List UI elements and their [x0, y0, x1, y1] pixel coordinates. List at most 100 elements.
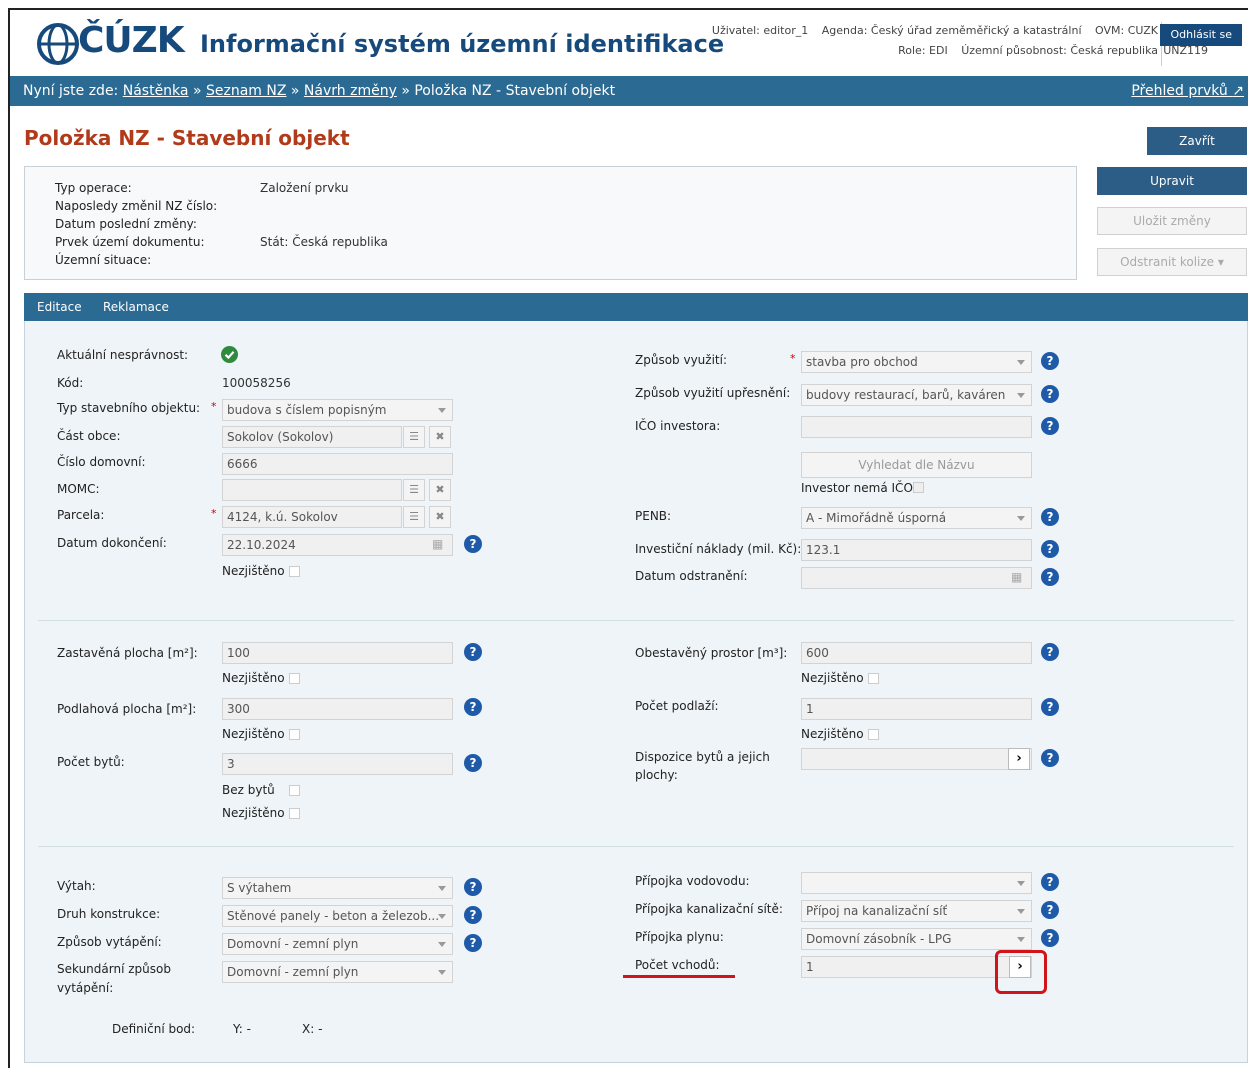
help-icon[interactable]: ? — [1041, 901, 1059, 919]
help-icon[interactable]: ? — [1041, 749, 1059, 767]
vytah-select[interactable]: S výtahem — [222, 877, 453, 899]
info-label-prvek: Prvek území dokumentu: — [55, 235, 205, 249]
parcela-field[interactable]: 4124, k.ú. Sokolov — [222, 506, 402, 528]
dispozice-label-2: plochy: — [635, 768, 678, 782]
bez-bytu-checkbox[interactable] — [289, 785, 300, 796]
clear-icon[interactable]: ✖ — [429, 426, 451, 448]
sekundarni-vytapeni-select[interactable]: Domovní - zemní plyn — [222, 961, 453, 983]
vodovod-label: Přípojka vodovodu: — [635, 874, 750, 888]
tab-reklamace[interactable]: Reklamace — [103, 293, 169, 321]
typ-objektu-value: budova s číslem popisným — [227, 403, 387, 417]
odstraneni-field[interactable] — [801, 567, 1032, 589]
highlight-box — [995, 950, 1047, 994]
breadcrumb-nastenka[interactable]: Nástěnka — [123, 83, 189, 99]
required-mark: * — [211, 400, 217, 413]
help-icon[interactable]: ? — [464, 754, 482, 772]
calendar-icon[interactable]: ▦ — [432, 537, 443, 551]
remove-collisions-button[interactable]: Odstranit kolize ▾ — [1097, 248, 1247, 276]
breadcrumb-seznam-nz[interactable]: Seznam NZ — [206, 83, 286, 99]
vyhledat-button[interactable]: Vyhledat dle Názvu — [801, 452, 1032, 478]
info-value-prvek: Stát: Česká republika — [260, 235, 388, 249]
investor-nema-checkbox[interactable] — [913, 482, 924, 493]
save-button[interactable]: Uložit změny — [1097, 207, 1247, 235]
zastavena-label: Zastavěná plocha [m²]: — [57, 646, 198, 660]
cast-obce-field[interactable]: Sokolov (Sokolov) — [222, 426, 402, 448]
plyn-label: Přípojka plynu: — [635, 930, 724, 944]
nezjisteno-checkbox[interactable] — [289, 566, 300, 577]
nezjisteno-checkbox[interactable] — [868, 673, 879, 684]
cislo-domovni-field[interactable]: 6666 — [222, 453, 453, 475]
upresneni-select[interactable]: budovy restaurací, barů, kaváren — [801, 384, 1032, 406]
user-name: Uživatel: editor_1 — [711, 24, 809, 37]
help-icon[interactable]: ? — [1041, 929, 1059, 947]
help-icon[interactable]: ? — [464, 878, 482, 896]
ico-field[interactable] — [801, 416, 1032, 438]
help-icon[interactable]: ? — [464, 535, 482, 553]
info-label-naposledy: Naposledy změnil NZ číslo: — [55, 199, 218, 213]
help-icon[interactable]: ? — [464, 643, 482, 661]
datum-dokonceni-field[interactable]: 22.10.2024 — [222, 534, 453, 556]
nezjisteno-label: Nezjištěno — [222, 727, 285, 741]
kanalizace-select[interactable]: Přípoj na kanalizační síť — [801, 900, 1032, 922]
sekundarni-label-1: Sekundární způsob — [57, 962, 171, 976]
help-icon[interactable]: ? — [1041, 698, 1059, 716]
help-icon[interactable]: ? — [464, 906, 482, 924]
penb-select[interactable]: A - Mimořádně úsporná — [801, 507, 1032, 529]
nezjisteno-checkbox[interactable] — [289, 673, 300, 684]
edit-button[interactable]: Upravit — [1097, 167, 1247, 195]
nezjisteno-label: Nezjištěno — [222, 671, 285, 685]
unz-code: UNZ119 — [1163, 44, 1208, 57]
breadcrumb-navrh-zmeny[interactable]: Návrh změny — [304, 83, 397, 99]
logo-text: ČÚZK — [78, 20, 185, 61]
help-icon[interactable]: ? — [1041, 568, 1059, 586]
obestaveny-field[interactable]: 600 — [801, 642, 1032, 664]
podlazi-field[interactable]: 1 — [801, 698, 1032, 720]
zpusob-vyuziti-select[interactable]: stavba pro obchod — [801, 351, 1032, 373]
section-divider — [38, 846, 1234, 847]
list-icon[interactable]: ☰ — [403, 426, 425, 448]
clear-icon[interactable]: ✖ — [429, 506, 451, 528]
edit-panel — [24, 293, 1248, 1063]
help-icon[interactable]: ? — [1041, 643, 1059, 661]
agenda: Agenda: Český úřad zeměměřický a katastr… — [821, 24, 1082, 37]
chevron-right-icon[interactable]: › — [1008, 748, 1030, 770]
vodovod-select[interactable] — [801, 872, 1032, 894]
prehled-prvku-link[interactable]: Přehled prvků ↗ — [1131, 76, 1244, 106]
kanalizace-label: Přípojka kanalizační sítě: — [635, 902, 783, 916]
vytapeni-select[interactable]: Domovní - zemní plyn — [222, 933, 453, 955]
close-button[interactable]: Zavřít — [1147, 127, 1247, 155]
dispozice-field[interactable] — [801, 748, 1032, 770]
plyn-select[interactable]: Domovní zásobník - LPG — [801, 928, 1032, 950]
required-mark: * — [790, 352, 796, 365]
nezjisteno-checkbox[interactable] — [289, 808, 300, 819]
dropdown-arrow-icon — [1017, 393, 1025, 398]
check-circle-icon — [221, 346, 238, 363]
typ-objektu-select[interactable]: budova s číslem popisným — [222, 399, 453, 421]
clear-icon[interactable]: ✖ — [429, 479, 451, 501]
tab-editace[interactable]: Editace — [37, 293, 82, 321]
typ-objektu-label: Typ stavebního objektu: — [57, 401, 201, 415]
help-icon[interactable]: ? — [464, 698, 482, 716]
help-icon[interactable]: ? — [464, 934, 482, 952]
calendar-icon[interactable]: ▦ — [1011, 570, 1022, 584]
druh-konstrukce-select[interactable]: Stěnové panely - beton a železob... — [222, 905, 453, 927]
naklady-field[interactable]: 123.1 — [801, 539, 1032, 561]
help-icon[interactable]: ? — [1041, 352, 1059, 370]
help-icon[interactable]: ? — [1041, 385, 1059, 403]
nezjisteno-checkbox[interactable] — [289, 729, 300, 740]
zastavena-field[interactable]: 100 — [222, 642, 453, 664]
help-icon[interactable]: ? — [1041, 508, 1059, 526]
help-icon[interactable]: ? — [1041, 873, 1059, 891]
dropdown-arrow-icon — [1017, 360, 1025, 365]
help-icon[interactable]: ? — [1041, 540, 1059, 558]
momc-field[interactable] — [222, 479, 402, 501]
pocet-bytu-field[interactable]: 3 — [222, 753, 453, 775]
nezjisteno-checkbox[interactable] — [868, 729, 879, 740]
logout-button[interactable]: Odhlásit se — [1160, 24, 1242, 46]
nezjisteno-label: Nezjištěno — [801, 727, 864, 741]
help-icon[interactable]: ? — [1041, 417, 1059, 435]
list-icon[interactable]: ☰ — [403, 479, 425, 501]
cuzk-emblem-icon — [37, 23, 79, 65]
podlahova-field[interactable]: 300 — [222, 698, 453, 720]
list-icon[interactable]: ☰ — [403, 506, 425, 528]
